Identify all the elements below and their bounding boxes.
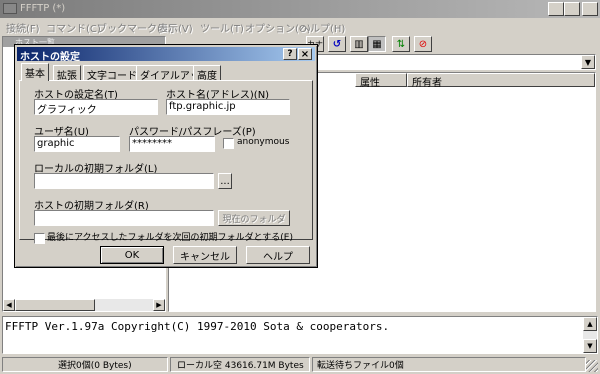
tab-extended[interactable]: 拡張 bbox=[53, 65, 81, 82]
tab-basic[interactable]: 基本 bbox=[21, 63, 49, 81]
minimize-button[interactable]: _ bbox=[548, 2, 564, 16]
window-titlebar: FFFTP (*) _ □ × bbox=[0, 0, 600, 18]
list-view-icon[interactable]: ▥ bbox=[350, 36, 368, 52]
scroll-left-icon[interactable]: ◀ bbox=[3, 299, 15, 311]
status-selected: 選択0個(0 Bytes) bbox=[2, 357, 168, 372]
toolbar: カナ ↺ ▥ ▦ ⇅ ⊘ bbox=[300, 36, 600, 52]
close-button[interactable]: × bbox=[582, 2, 598, 16]
tab-advanced[interactable]: 高度 bbox=[193, 65, 221, 82]
last-folder-label: 最後にアクセスしたフォルダを次回の初期フォルダとする(E) bbox=[47, 233, 293, 243]
menu-view[interactable]: 表示(V) bbox=[158, 20, 193, 35]
status-bar: 選択0個(0 Bytes) ローカル空 43616.71M Bytes 転送待ち… bbox=[0, 356, 600, 374]
tab-panel: ホストの設定名(T) グラフィック ホスト名(アドレス)(N) ftp.grap… bbox=[19, 80, 313, 244]
menu-tools[interactable]: ツール(T) bbox=[200, 20, 244, 35]
last-folder-checkbox[interactable] bbox=[34, 233, 45, 244]
maximize-button[interactable]: □ bbox=[564, 2, 580, 16]
menubar: 接続(F) コマンド(C) ブックマーク(B) 表示(V) ツール(T) オプシ… bbox=[0, 18, 600, 36]
scroll-right-icon[interactable]: ▶ bbox=[153, 299, 165, 311]
sync-icon[interactable]: ⇅ bbox=[392, 36, 410, 52]
scroll-thumb[interactable] bbox=[15, 299, 95, 311]
anonymous-label: anonymous bbox=[237, 137, 290, 147]
refresh-icon[interactable]: ↺ bbox=[328, 36, 346, 52]
log-text: FFFTP Ver.1.97a Copyright(C) 1997-2010 S… bbox=[5, 320, 390, 333]
ok-button[interactable]: OK bbox=[100, 246, 164, 264]
status-queue: 転送待ちファイル0個 bbox=[312, 357, 586, 372]
local-folder-field[interactable] bbox=[34, 173, 214, 189]
status-local-free: ローカル空 43616.71M Bytes bbox=[170, 357, 310, 372]
host-name-field[interactable]: ftp.graphic.jp bbox=[166, 99, 290, 115]
dialog-title: ホストの設定 bbox=[20, 52, 80, 63]
log-window[interactable]: FFFTP Ver.1.97a Copyright(C) 1997-2010 S… bbox=[2, 316, 598, 354]
menu-help[interactable]: ヘルプ(H) bbox=[300, 20, 345, 35]
current-folder-button[interactable]: 現在のフォルダ bbox=[218, 210, 290, 226]
menu-command[interactable]: コマンド(C) bbox=[46, 20, 101, 35]
anonymous-checkbox[interactable] bbox=[223, 138, 234, 149]
cancel-button[interactable]: キャンセル bbox=[173, 246, 237, 264]
window-title: FFFTP (*) bbox=[20, 3, 66, 14]
host-setting-name-field[interactable]: グラフィック bbox=[34, 99, 158, 116]
help-button[interactable]: ヘルプ bbox=[246, 246, 310, 264]
menu-connect[interactable]: 接続(F) bbox=[6, 20, 40, 35]
scroll-up-icon[interactable]: ▲ bbox=[583, 317, 597, 331]
host-folder-field[interactable] bbox=[34, 210, 214, 226]
user-name-field[interactable]: graphic bbox=[34, 136, 120, 152]
column-header-attr[interactable]: 属性 bbox=[355, 73, 407, 89]
log-vscrollbar[interactable]: ▲ ▼ bbox=[583, 317, 597, 353]
dialog-titlebar: ホストの設定 ? × bbox=[17, 47, 315, 63]
detail-view-icon[interactable]: ▦ bbox=[368, 36, 386, 52]
chevron-down-icon[interactable]: ▼ bbox=[581, 55, 595, 69]
column-header-owner[interactable]: 所有者 bbox=[407, 73, 595, 89]
browse-folder-button[interactable]: ... bbox=[218, 173, 232, 189]
app-icon bbox=[3, 3, 17, 14]
scroll-down-icon[interactable]: ▼ bbox=[583, 339, 597, 353]
local-hscrollbar[interactable]: ◀ ▶ bbox=[3, 299, 165, 311]
tab-charset[interactable]: 文字コード bbox=[83, 65, 141, 82]
host-settings-dialog: ホストの設定 ? × 基本 拡張 文字コード ダイアルアップ 高度 ホストの設定… bbox=[14, 44, 318, 268]
password-field[interactable]: ******** bbox=[129, 136, 215, 152]
dialog-help-button[interactable]: ? bbox=[283, 48, 297, 60]
stop-icon[interactable]: ⊘ bbox=[414, 36, 432, 52]
resize-grip-icon[interactable] bbox=[586, 360, 598, 372]
remote-path-combo[interactable]: ▼ bbox=[316, 54, 596, 70]
dialog-close-button[interactable]: × bbox=[298, 48, 312, 60]
